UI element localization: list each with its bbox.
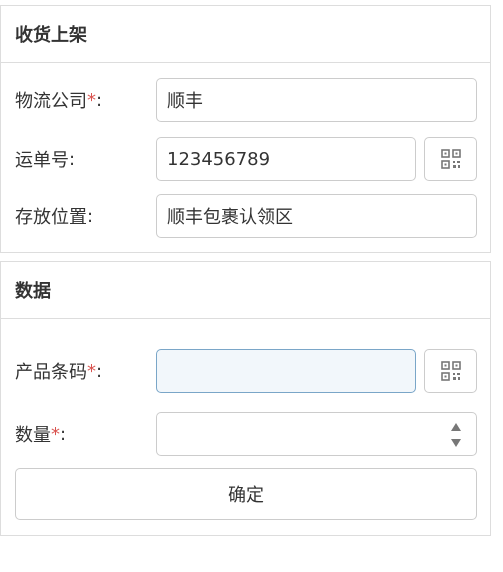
data-panel-title: 数据	[1, 262, 490, 319]
product-barcode-row: 产品条码 *:	[1, 349, 490, 393]
receive-panel-title: 收货上架	[1, 6, 490, 63]
confirm-button[interactable]: 确定	[15, 468, 477, 520]
storage-location-label: 存放位置:	[15, 205, 94, 229]
product-barcode-input[interactable]	[156, 349, 416, 393]
quantity-stepper[interactable]	[156, 412, 477, 456]
quantity-row: 数量 *:	[1, 412, 490, 456]
spinner-arrows-icon[interactable]	[450, 421, 462, 449]
tracking-number-input[interactable]: 123456789	[156, 137, 416, 181]
receive-panel: 收货上架 物流公司 *: 顺丰 运单号: 123456789 存放位置: 顺丰…	[0, 5, 491, 253]
product-barcode-label: 产品条码 *:	[15, 360, 103, 384]
qr-code-icon	[440, 361, 461, 381]
storage-location-row: 存放位置: 顺丰包裹认领区	[1, 194, 490, 238]
tracking-number-row: 运单号: 123456789	[1, 137, 490, 181]
quantity-label: 数量 *:	[15, 423, 67, 447]
logistics-company-row: 物流公司 *: 顺丰	[1, 78, 490, 122]
tracking-number-label: 运单号:	[15, 148, 76, 172]
tracking-scan-button[interactable]	[424, 137, 477, 181]
data-panel: 数据 产品条码 *: 数量 *: 确定	[0, 261, 491, 536]
storage-location-input[interactable]: 顺丰包裹认领区	[156, 194, 477, 238]
logistics-company-label: 物流公司 *:	[15, 89, 103, 113]
barcode-scan-button[interactable]	[424, 349, 477, 393]
qr-code-icon	[440, 149, 461, 169]
logistics-company-input[interactable]: 顺丰	[156, 78, 477, 122]
